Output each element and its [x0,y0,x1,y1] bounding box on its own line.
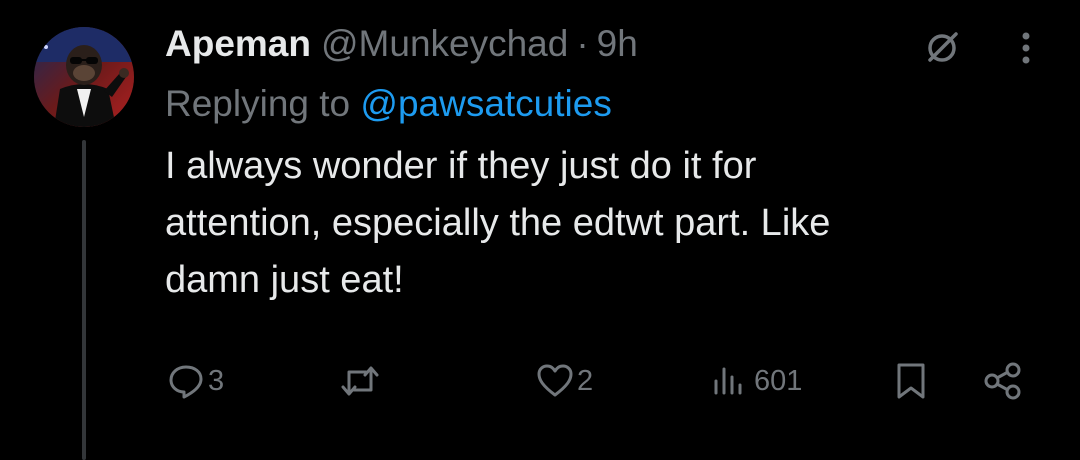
tweet-text-line: attention, especially the edtwt part. Li… [165,202,831,244]
replying-to-mention[interactable]: @pawsatcuties [360,83,611,124]
tweet-header: Apeman @Munkeychad · 9h [165,20,1045,68]
display-name[interactable]: Apeman [165,20,311,68]
share-icon [984,362,1021,400]
tweet-text-line: damn just eat! [165,259,404,301]
separator-dot: · [576,23,589,64]
heart-icon [537,364,573,397]
tweet[interactable]: Apeman @Munkeychad · 9h Replying to @paw… [0,0,1080,460]
grok-icon[interactable] [918,24,966,72]
views-button[interactable]: 601 [710,356,802,406]
bookmark-button[interactable] [893,356,929,406]
views-count: 601 [754,364,803,397]
reply-icon [169,365,203,399]
like-count: 2 [577,364,594,397]
replying-to: Replying to @pawsatcuties [165,80,1045,128]
retweet-icon [341,366,379,396]
retweet-button[interactable] [340,356,380,406]
tweet-content: Apeman @Munkeychad · 9h Replying to @paw… [165,20,1045,309]
more-icon[interactable] [1006,26,1046,70]
avatar-image [34,27,134,127]
bookmark-icon [897,363,925,399]
tweet-actions: 3 2 601 [165,356,1045,406]
reply-count: 3 [208,364,225,397]
tweet-text-line: I always wonder if they just do it for [165,145,757,187]
share-button[interactable] [983,356,1023,406]
like-button[interactable]: 2 [537,356,593,406]
user-handle[interactable]: @Munkeychad [321,20,568,68]
replying-to-prefix: Replying to [165,83,361,124]
tweet-text: I always wonder if they just do it for a… [165,138,1045,309]
views-icon [714,367,742,395]
avatar[interactable] [34,27,134,127]
reply-button[interactable]: 3 [168,356,224,406]
thread-connector-line [82,140,86,460]
timestamp[interactable]: 9h [597,20,638,68]
